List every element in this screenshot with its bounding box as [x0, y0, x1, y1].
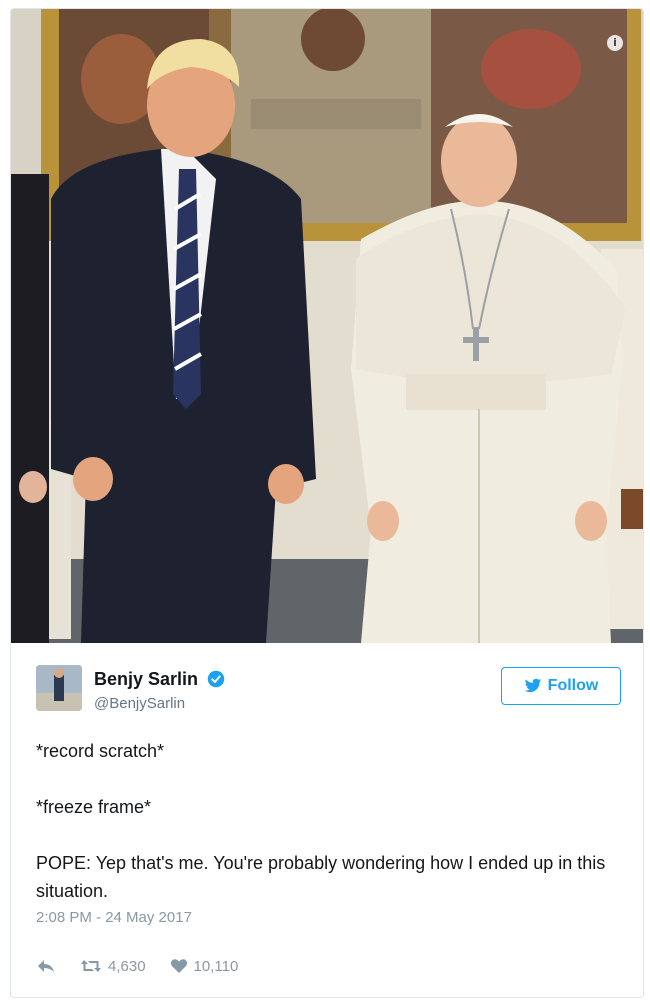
like-count: 10,110 — [193, 957, 239, 975]
avatar[interactable] — [36, 665, 82, 711]
tweet-line-1: *record scratch* — [36, 741, 165, 761]
tweet-line-3: POPE: Yep that's me. You're probably won… — [36, 853, 606, 901]
verified-badge-icon — [207, 670, 225, 688]
tweet-text: *record scratch* *freeze frame* POPE: Ye… — [36, 737, 616, 905]
author-name[interactable]: Benjy Sarlin — [94, 669, 198, 689]
tweet-timestamp[interactable]: 2:08 PM - 24 May 2017 — [36, 909, 192, 926]
like-button[interactable]: 10,110 — [170, 957, 239, 975]
heart-icon — [170, 959, 187, 973]
bird-icon — [524, 678, 541, 693]
tweet-card: i Benjy Sarlin @BenjySarlin Follow *reco… — [10, 8, 644, 998]
tweet-line-2: *freeze frame* — [36, 797, 152, 817]
author-handle[interactable]: @BenjySarlin — [94, 695, 185, 712]
retweet-count: 4,630 — [108, 957, 146, 975]
tweet-header: Benjy Sarlin @BenjySarlin Follow — [36, 665, 621, 715]
follow-label: Follow — [547, 677, 599, 694]
info-icon[interactable]: i — [607, 35, 623, 51]
author-name-row[interactable]: Benjy Sarlin — [94, 669, 225, 690]
retweet-icon — [81, 960, 101, 972]
follow-button[interactable]: Follow — [501, 667, 621, 705]
tweet-actions: 4,630 10,110 — [36, 955, 262, 977]
photo-illustration — [11, 9, 643, 643]
reply-button[interactable] — [36, 958, 56, 974]
reply-icon — [38, 960, 54, 972]
retweet-button[interactable]: 4,630 — [80, 958, 146, 975]
tweet-photo[interactable]: i — [11, 9, 643, 643]
avatar-image — [36, 665, 82, 711]
